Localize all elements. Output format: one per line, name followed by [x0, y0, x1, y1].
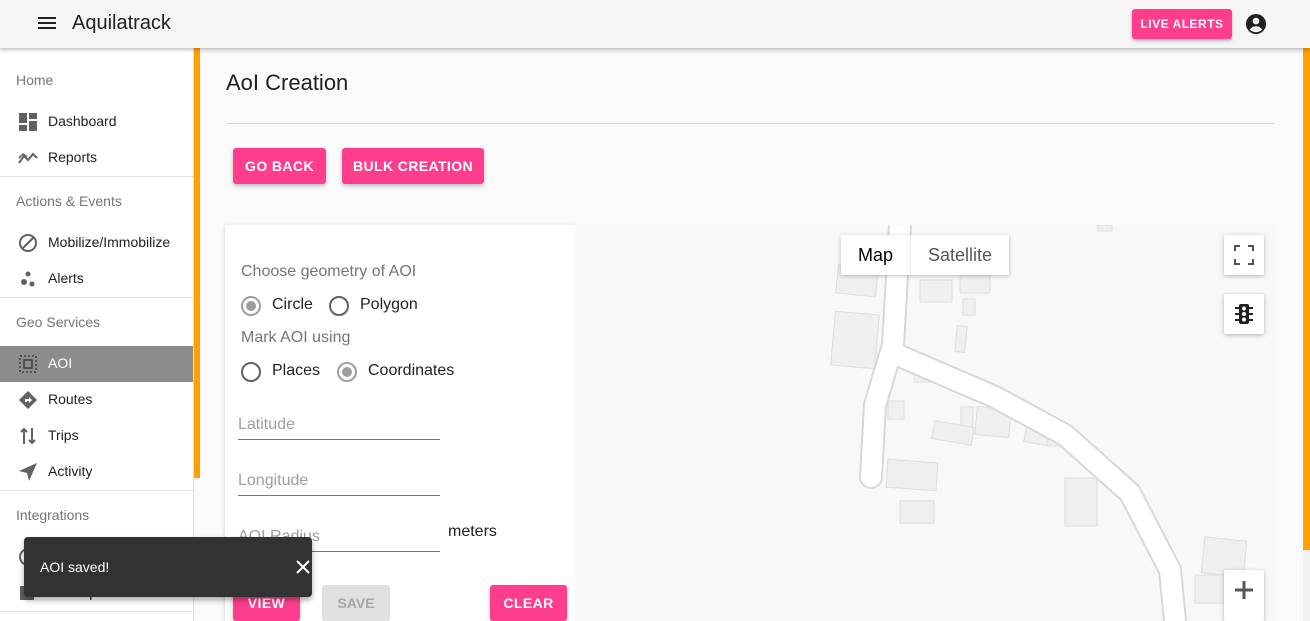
sidebar-item-label: AOI [48, 355, 73, 371]
radius-unit-label: meters [448, 523, 497, 540]
sidebar-item-alerts[interactable]: Alerts [0, 261, 193, 297]
sidebar-item-trips[interactable]: Trips [0, 418, 193, 454]
sidebar-divider [0, 297, 193, 298]
sidebar-item-label: Dashboard [48, 113, 117, 129]
block-icon [19, 234, 37, 252]
sidebar-item-aoi[interactable]: AOI [0, 346, 193, 382]
save-button[interactable]: SAVE [322, 585, 390, 621]
map-roads [830, 225, 1248, 621]
latitude-input[interactable] [238, 410, 440, 440]
sidebar-divider [0, 490, 193, 491]
map-type-map-button[interactable]: Map [841, 235, 910, 275]
sidebar-section-actions: Actions & Events [16, 193, 122, 209]
sidebar-section-geo: Geo Services [16, 314, 101, 330]
directions-icon [19, 391, 37, 409]
page-title: AoI Creation [226, 70, 349, 95]
sidebar-item-label: Trips [48, 427, 79, 443]
sidebar-item-label: Reports [48, 149, 98, 165]
sidebar-section-home: Home [16, 72, 54, 88]
polygon-radio-label: Polygon [360, 296, 418, 313]
sidebar-item-label: Activity [48, 463, 93, 479]
sidebar-divider [0, 611, 193, 612]
traffic-light-icon [1235, 304, 1253, 324]
clear-button[interactable]: CLEAR [490, 585, 567, 621]
title-divider [226, 123, 1274, 124]
fullscreen-icon [1234, 245, 1254, 265]
sidebar-item-routes[interactable]: Routes [0, 382, 193, 418]
close-icon[interactable] [294, 558, 312, 576]
app-bar: Aquilatrack LIVE ALERTS [0, 0, 1310, 48]
app-title: Aquilatrack [72, 12, 171, 34]
polygon-radio[interactable] [329, 296, 349, 316]
map-type-toggle: Map Satellite [841, 235, 1010, 275]
map-canvas[interactable]: Map Satellite [575, 225, 1274, 621]
live-alerts-button[interactable]: LIVE ALERTS [1132, 9, 1232, 39]
sidebar-divider [0, 176, 193, 177]
longitude-input[interactable] [238, 466, 440, 496]
zoom-in-button[interactable] [1224, 570, 1264, 621]
mark-aoi-label: Mark AOI using [241, 329, 351, 346]
dashboard-icon [19, 113, 37, 131]
sidebar-item-label: Mobilize/Immobilize [48, 234, 171, 250]
sidebar-section-integrations: Integrations [16, 507, 90, 523]
places-radio[interactable] [241, 362, 261, 382]
snackbar: AOI saved! [24, 537, 312, 597]
bulk-creation-button[interactable]: BULK CREATION [342, 148, 484, 184]
sidebar-item-reports[interactable]: Reports [0, 140, 193, 176]
traffic-button[interactable] [1224, 294, 1264, 334]
sidebar-item-activity[interactable]: Activity [0, 454, 193, 490]
scrollbar[interactable] [1303, 550, 1310, 621]
sidebar-item-label: Routes [48, 391, 93, 407]
sidebar-item-label: Alerts [48, 270, 84, 286]
snackbar-message: AOI saved! [40, 559, 110, 575]
navigation-icon [19, 463, 37, 481]
account-circle-icon[interactable] [1244, 12, 1268, 36]
plus-icon [1235, 581, 1253, 599]
sidebar-item-mobilize[interactable]: Mobilize/Immobilize [0, 225, 193, 261]
circle-radio-label: Circle [272, 296, 313, 313]
go-back-button[interactable]: GO BACK [233, 148, 326, 184]
map-type-satellite-button[interactable]: Satellite [910, 235, 1009, 275]
menu-icon[interactable] [36, 14, 58, 34]
geometry-label: Choose geometry of AOI [241, 263, 417, 280]
trending-icon [18, 152, 38, 164]
fullscreen-button[interactable] [1224, 235, 1264, 275]
accent-bar-right [1303, 48, 1310, 550]
places-radio-label: Places [272, 362, 321, 379]
circle-radio[interactable] [241, 296, 261, 316]
sidebar-item-dashboard[interactable]: Dashboard [0, 104, 193, 140]
swap-vertical-icon [20, 427, 36, 445]
coordinates-radio[interactable] [337, 362, 357, 382]
coordinates-radio-label: Coordinates [368, 362, 455, 379]
sidebar: Home Dashboard Reports Actions & Events … [0, 48, 194, 621]
accent-bar-left [194, 48, 200, 478]
select-area-icon [19, 355, 37, 373]
bubbles-icon [21, 271, 35, 287]
